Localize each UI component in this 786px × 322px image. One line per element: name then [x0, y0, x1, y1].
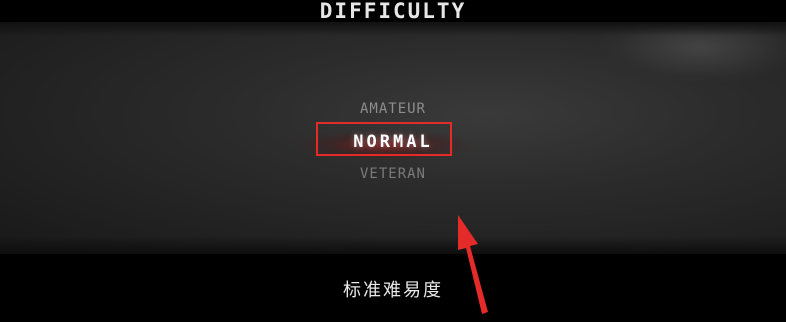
option-veteran[interactable]: VETERAN: [0, 166, 786, 182]
option-amateur[interactable]: AMATEUR: [0, 101, 786, 117]
selection-highlight-box: [316, 122, 452, 156]
page-title: DIFFICULTY: [319, 0, 467, 23]
subtitle-caption: 标准难易度: [343, 280, 443, 301]
